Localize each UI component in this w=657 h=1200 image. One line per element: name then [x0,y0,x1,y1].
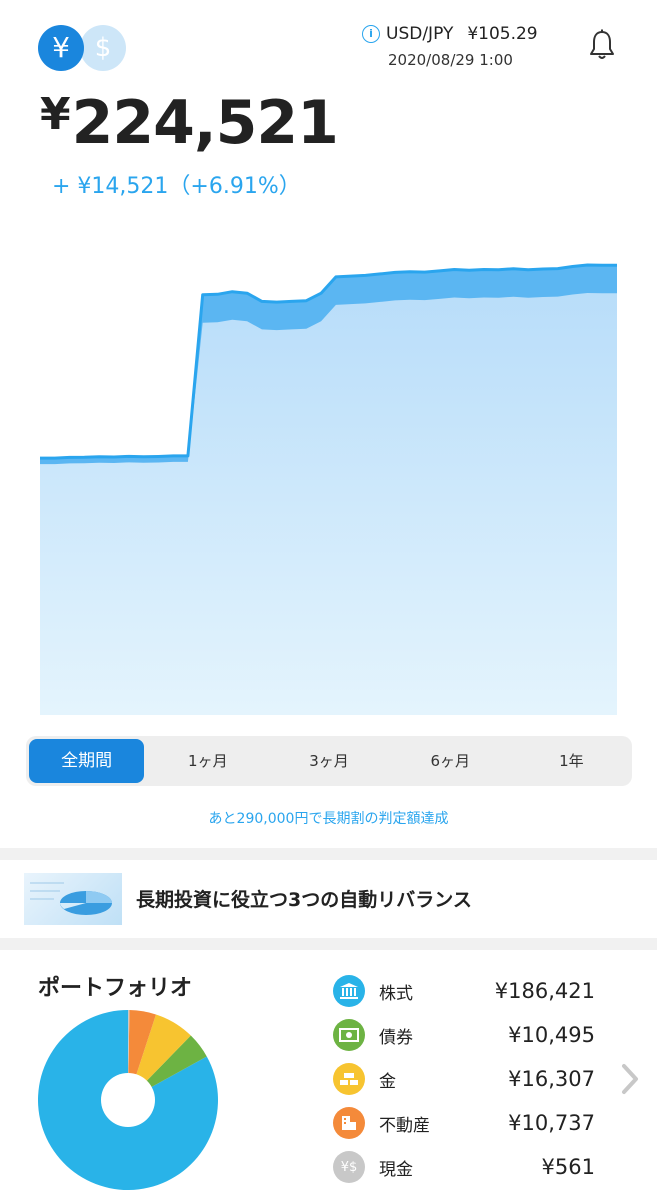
asset-value: ¥561 [541,1155,595,1179]
chart-area-fill [40,265,617,715]
asset-value: ¥186,421 [494,979,595,1003]
yen-mark: ¥ [40,89,71,140]
portfolio-title: ポートフォリオ [38,976,193,1001]
pie-chart-illustration-icon [30,882,112,915]
fx-pair: USD/JPY [386,24,454,44]
tab-6-months[interactable]: 6ヶ月 [393,739,508,783]
asset-label: 不動産 [379,1115,430,1136]
balance-chart [40,263,617,715]
info-icon[interactable]: i [362,25,380,43]
asset-value: ¥10,495 [508,1023,595,1047]
asset-label: 株式 [379,983,413,1004]
asset-label: 債券 [379,1027,413,1048]
asset-label: 金 [379,1071,396,1092]
tab-1-year[interactable]: 1年 [514,739,629,783]
long-term-discount-progress[interactable]: あと290,000円で長期割の判定額達成 [0,808,657,828]
banner-title[interactable]: 長期投資に役立つ3つの自動リバランス [136,885,472,912]
usd-currency-toggle[interactable]: $ [80,25,126,71]
portfolio-donut-chart[interactable] [38,1010,218,1190]
bell-icon[interactable] [586,28,618,62]
portfolio-row-bonds[interactable]: 債券 ¥10,495 [333,1018,595,1052]
tab-1-month[interactable]: 1ヶ月 [150,739,265,783]
portfolio-row-real-estate[interactable]: 不動産 ¥10,737 [333,1106,595,1140]
fx-datetime: 2020/08/29 1:00 [388,51,513,69]
total-balance-value: 224,521 [71,88,339,158]
asset-value: ¥16,307 [508,1067,595,1091]
building-icon [333,1107,365,1139]
total-balance: ¥224,521 [40,88,339,158]
asset-value: ¥10,737 [508,1111,595,1135]
fx-rate-value: ¥105.29 [467,24,538,44]
tab-3-months[interactable]: 3ヶ月 [271,739,386,783]
portfolio-row-cash[interactable]: ¥$ 現金 ¥561 [333,1150,595,1184]
gold-bars-icon [333,1063,365,1095]
portfolio-row-gold[interactable]: 金 ¥16,307 [333,1062,595,1096]
gain-amount: + ¥14,521（+6.91%） [52,174,301,199]
donut-hole [101,1073,155,1127]
yen-currency-toggle[interactable]: ¥ [38,25,84,71]
cash-icon: ¥$ [333,1151,365,1183]
asset-label: 現金 [379,1159,413,1180]
period-tabs: 全期間 1ヶ月 3ヶ月 6ヶ月 1年 [26,736,632,786]
banner-thumbnail[interactable] [24,873,122,925]
tab-all-period[interactable]: 全期間 [29,739,145,783]
bank-icon [333,975,365,1007]
portfolio-row-stocks[interactable]: 株式 ¥186,421 [333,974,595,1008]
fx-rate[interactable]: i USD/JPY ¥105.29 [362,24,538,44]
section-divider [0,938,657,950]
chevron-right-icon[interactable] [620,1062,640,1096]
section-divider [0,848,657,860]
bond-icon [333,1019,365,1051]
